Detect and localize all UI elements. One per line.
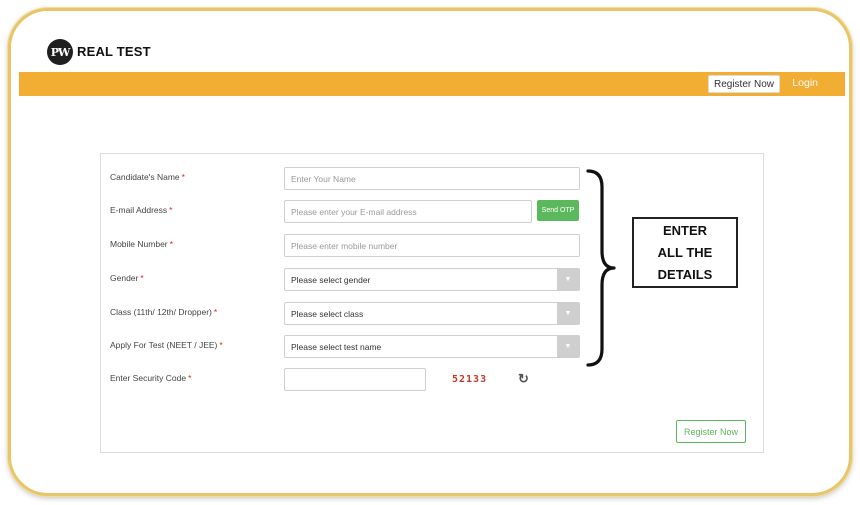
security-code-label: Enter Security Code *: [110, 373, 192, 383]
row-test: Apply For Test (NEET / JEE) * Please sele…: [101, 335, 763, 359]
pw-logo-icon: PW: [47, 39, 73, 65]
chevron-down-icon: ▼: [557, 336, 579, 357]
header: PW REAL TEST: [11, 11, 849, 73]
required-mark: *: [140, 273, 144, 283]
candidate-name-label: Candidate's Name *: [110, 172, 185, 182]
callout-line-2: ALL THE: [657, 244, 713, 260]
chevron-down-icon: ▼: [557, 269, 579, 290]
screenshot-frame: PW REAL TEST Register Now Login Candidat…: [8, 8, 852, 496]
enter-details-callout: ENTER ALL THE DETAILS: [632, 217, 738, 288]
refresh-icon[interactable]: ↻: [518, 372, 532, 386]
required-mark: *: [219, 340, 223, 350]
test-select[interactable]: Please select test name ▼: [284, 335, 580, 358]
required-mark: *: [188, 373, 192, 383]
row-security-code: Enter Security Code * 52133 ↻: [101, 368, 763, 392]
required-mark: *: [213, 307, 218, 317]
security-code-input[interactable]: [284, 368, 426, 391]
registration-form: Candidate's Name * Enter Your Name E-mail…: [100, 153, 764, 453]
mobile-input[interactable]: Please enter mobile number: [284, 234, 580, 257]
row-class: Class (11th/ 12th/ Dropper) * Please sele…: [101, 302, 763, 326]
mobile-label: Mobile Number *: [110, 239, 173, 249]
send-otp-button[interactable]: Send OTP: [537, 200, 579, 221]
site-title: REAL TEST: [77, 44, 151, 59]
test-label: Apply For Test (NEET / JEE) *: [110, 340, 223, 350]
curly-brace-icon: [586, 169, 616, 367]
required-mark: *: [181, 172, 185, 182]
test-select-value: Please select test name: [291, 341, 382, 352]
candidate-name-input[interactable]: Enter Your Name: [284, 167, 580, 190]
row-candidate-name: Candidate's Name * Enter Your Name: [101, 167, 763, 191]
chevron-down-icon: ▼: [557, 303, 579, 324]
top-nav-bar: Register Now Login: [19, 72, 845, 96]
required-mark: *: [169, 239, 173, 249]
gender-select[interactable]: Please select gender ▼: [284, 268, 580, 291]
captcha-code: 52133: [452, 374, 488, 385]
class-select-value: Please select class: [291, 308, 364, 319]
callout-line-3: DETAILS: [657, 266, 713, 282]
login-link[interactable]: Login: [792, 77, 818, 89]
required-mark: *: [169, 205, 173, 215]
class-select[interactable]: Please select class ▼: [284, 302, 580, 325]
register-now-nav-button[interactable]: Register Now: [707, 75, 780, 93]
email-label: E-mail Address *: [110, 205, 173, 215]
callout-line-1: ENTER: [662, 222, 708, 238]
gender-select-value: Please select gender: [291, 274, 371, 285]
email-input[interactable]: Please enter your E-mail address: [284, 200, 532, 223]
class-label: Class (11th/ 12th/ Dropper) *: [110, 307, 218, 317]
gender-label: Gender *: [110, 273, 144, 283]
register-now-submit-button[interactable]: Register Now: [676, 420, 746, 443]
